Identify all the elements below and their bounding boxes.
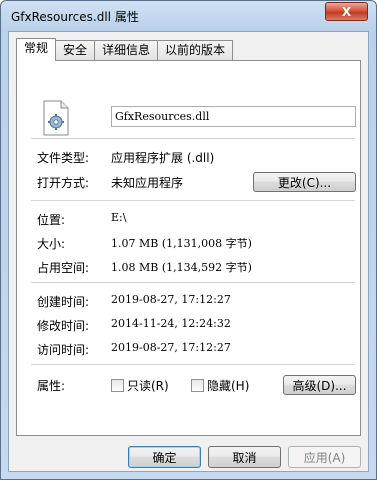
file-type-label: 文件类型: [37, 151, 90, 165]
advanced-button[interactable]: 高级(D)... [283, 375, 356, 395]
modified-label: 修改时间: [37, 319, 90, 333]
readonly-checkbox[interactable] [111, 379, 124, 392]
size-on-disk-value: 1.08 MB (1,134,592 字节) [111, 261, 252, 274]
separator [31, 138, 355, 140]
open-with-label: 打开方式: [37, 176, 90, 190]
title-bar[interactable]: GfxResources.dll 属性 X [1, 1, 376, 31]
tab-security[interactable]: 安全 [55, 40, 96, 60]
open-with-value: 未知应用程序 [111, 176, 184, 190]
attributes-label: 属性: [37, 379, 66, 393]
readonly-label[interactable]: 只读(R) [127, 377, 169, 394]
tab-general[interactable]: 常规 [16, 38, 57, 61]
created-value: 2019-08-27, 17:12:27 [111, 293, 231, 306]
dll-file-gear-icon [43, 100, 69, 136]
change-button[interactable]: 更改(C)... [253, 172, 356, 192]
apply-button[interactable]: 应用(A) [288, 446, 361, 468]
separator [31, 282, 355, 284]
file-type-value: 应用程序扩展 (.dll) [111, 151, 215, 165]
tab-details[interactable]: 详细信息 [94, 40, 159, 60]
hidden-label[interactable]: 隐藏(H) [207, 377, 249, 394]
general-tab-panel: GfxResources.dll 文件类型: 应用程序扩展 (.dll) 打开方… [16, 60, 361, 436]
properties-window: GfxResources.dll 属性 X 常规 安全 详细信息 以前的版本 G… [0, 0, 377, 480]
accessed-value: 2019-08-27, 17:12:27 [111, 341, 231, 354]
dialog-client-area: 常规 安全 详细信息 以前的版本 GfxResources.dll 文件类型: … [8, 31, 369, 472]
size-on-disk-label: 占用空间: [37, 261, 90, 275]
separator [31, 200, 355, 202]
location-label: 位置: [37, 213, 66, 227]
close-icon: X [341, 4, 352, 19]
window-title: GfxResources.dll 属性 [11, 10, 139, 24]
modified-value: 2014-11-24, 12:24:32 [111, 317, 231, 330]
created-label: 创建时间: [37, 295, 90, 309]
file-name-field[interactable]: GfxResources.dll [111, 106, 356, 127]
ok-button[interactable]: 确定 [128, 446, 201, 468]
tab-strip: 常规 安全 详细信息 以前的版本 [16, 38, 234, 61]
accessed-label: 访问时间: [37, 343, 90, 357]
size-value: 1.07 MB (1,131,008 字节) [111, 237, 252, 250]
close-button[interactable]: X [325, 2, 368, 21]
hidden-checkbox[interactable] [191, 379, 204, 392]
cancel-button[interactable]: 取消 [208, 446, 281, 468]
separator [31, 364, 355, 366]
size-label: 大小: [37, 237, 66, 251]
location-value: E:\ [111, 211, 127, 224]
tab-previous-versions[interactable]: 以前的版本 [157, 40, 234, 60]
